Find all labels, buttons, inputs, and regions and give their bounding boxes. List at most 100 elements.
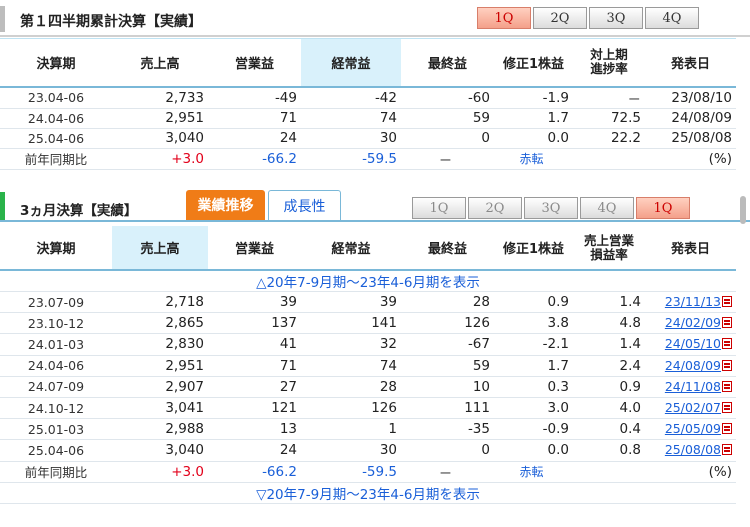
cell-ordinary: 32	[301, 333, 401, 356]
cell-yoy-label: 前年同期比	[0, 148, 112, 170]
cell-yoy-eps: 赤転	[494, 461, 573, 483]
cell-sales: 3,041	[112, 397, 208, 420]
cell-eps: -1.9	[494, 86, 573, 109]
cell-eps: 0.3	[494, 376, 573, 398]
cell-yoy-unit: (%)	[645, 148, 736, 170]
tab-2q[interactable]: 2Q	[533, 7, 587, 29]
divider	[0, 35, 750, 37]
cell-period: 25.01-03	[0, 418, 112, 441]
cell-ordinary: 1	[301, 418, 401, 441]
cell-eps: 1.7	[494, 108, 573, 129]
pdf-icon[interactable]	[722, 444, 732, 456]
date-link[interactable]: 24/05/10	[665, 336, 721, 351]
cell-sales: 2,907	[112, 376, 208, 398]
cell-yoy-label: 前年同期比	[0, 461, 112, 483]
cumulative-results-header: 第１四半期累計決算【実績】 1Q 2Q 3Q 4Q	[0, 2, 750, 37]
cell-period: 23.10-12	[0, 312, 112, 335]
cell-period: 23.07-09	[0, 291, 112, 314]
cell-net: 10	[401, 376, 494, 398]
section-title: 第１四半期累計決算【実績】	[20, 14, 202, 30]
date-link[interactable]: 24/08/09	[665, 358, 721, 373]
pdf-icon[interactable]	[722, 338, 732, 350]
cell-ordinary: -42	[301, 86, 401, 109]
date-link[interactable]: 25/05/09	[665, 421, 721, 436]
section-marker	[0, 6, 5, 32]
cell-date: 23/08/10	[645, 86, 736, 109]
date-link[interactable]: 25/08/08	[665, 442, 721, 457]
cell-net: 59	[401, 355, 494, 377]
tab-2q[interactable]: 2Q	[468, 197, 522, 219]
cell-ordinary: 126	[301, 397, 401, 420]
pdf-icon[interactable]	[722, 380, 732, 392]
pdf-icon[interactable]	[722, 359, 732, 371]
col-period: 決算期	[0, 226, 112, 271]
cell-sales: 2,988	[112, 418, 208, 441]
pdf-icon[interactable]	[722, 317, 732, 329]
date-link[interactable]: 24/11/08	[665, 379, 721, 394]
tab-4q[interactable]: 4Q	[645, 7, 699, 29]
cell-operating: 13	[208, 418, 301, 441]
cell-period: 25.04-06	[0, 439, 112, 462]
section-marker	[0, 192, 5, 220]
cell-ordinary: 74	[301, 355, 401, 377]
growth-button[interactable]: 成長性	[268, 190, 341, 220]
cell-sales: 2,951	[112, 108, 208, 129]
table-row: 24.10-12 3,041 121 126 111 3.0 4.0 25/02…	[0, 397, 736, 420]
cell-period: 24.10-12	[0, 397, 112, 420]
pdf-icon[interactable]	[722, 423, 732, 435]
cell-date: 24/02/09	[645, 312, 736, 335]
cell-sales: 3,040	[112, 439, 208, 462]
date-link[interactable]: 24/02/09	[665, 315, 721, 330]
cell-net: 0	[401, 128, 494, 149]
show-earlier-link[interactable]: △20年7-9月期～23年4-6月期を表示	[0, 270, 736, 292]
cell-yoy-sales: +3.0	[112, 148, 208, 170]
tab-1q[interactable]: 1Q	[412, 197, 466, 219]
table-row: 25.01-03 2,988 13 1 -35 -0.9 0.4 25/05/0…	[0, 418, 736, 441]
cell-yoy-ordinary: -59.5	[301, 461, 401, 483]
show-later-link[interactable]: ▽20年7-9月期～23年4-6月期を表示	[0, 482, 736, 504]
cell-yoy-sales: +3.0	[112, 461, 208, 483]
cell-date: 24/05/10	[645, 333, 736, 356]
tab-3q[interactable]: 3Q	[589, 7, 643, 29]
cell-net: -67	[401, 333, 494, 356]
tab-4q[interactable]: 4Q	[580, 197, 634, 219]
cell-yoy-blank	[573, 148, 645, 170]
table-row: 25.04-06 3,040 24 30 0 0.0 22.2 25/08/08	[0, 128, 736, 149]
cell-sales: 2,718	[112, 291, 208, 314]
date-link[interactable]: 23/11/13	[665, 294, 721, 309]
tab-1q-current[interactable]: 1Q	[636, 197, 690, 219]
cell-period: 24.04-06	[0, 108, 112, 129]
cell-operating: 24	[208, 439, 301, 462]
cell-operating: 71	[208, 355, 301, 377]
table-row: 24.04-06 2,951 71 74 59 1.7 72.5 24/08/0…	[0, 108, 736, 129]
table-row: 23.10-12 2,865 137 141 126 3.8 4.8 24/02…	[0, 312, 736, 335]
cell-operating: 24	[208, 128, 301, 149]
cell-period: 24.01-03	[0, 333, 112, 356]
date-link[interactable]: 25/02/07	[665, 400, 721, 415]
cell-net: -60	[401, 86, 494, 109]
col-date: 発表日	[645, 226, 736, 271]
tab-3q[interactable]: 3Q	[524, 197, 578, 219]
col-margin: 売上営業 損益率	[573, 226, 645, 271]
cell-margin: 4.0	[573, 397, 645, 420]
cell-date: 24/08/09	[645, 108, 736, 129]
table-row: 25.04-06 3,040 24 30 0 0.0 0.8 25/08/08	[0, 439, 736, 462]
cell-eps: 0.0	[494, 128, 573, 149]
cell-eps: 3.8	[494, 312, 573, 335]
col-progress-line2: 進捗率	[590, 61, 628, 77]
pdf-icon[interactable]	[722, 402, 732, 414]
pdf-icon[interactable]	[722, 296, 732, 308]
scrollbar-thumb[interactable]	[740, 196, 746, 224]
cell-net: 126	[401, 312, 494, 335]
col-sales: 売上高	[112, 38, 208, 88]
cell-date: 25/05/09	[645, 418, 736, 441]
cell-sales: 2,830	[112, 333, 208, 356]
cell-period: 25.04-06	[0, 128, 112, 149]
quarterly-results-table: 決算期 売上高 営業益 経常益 最終益 修正1株益 売上営業 損益率 発表日 △…	[0, 226, 736, 504]
tab-1q[interactable]: 1Q	[477, 7, 531, 29]
cell-ordinary: 28	[301, 376, 401, 398]
col-progress: 対上期 進捗率	[573, 38, 645, 88]
results-trend-button[interactable]: 業績推移	[186, 190, 265, 220]
col-period: 決算期	[0, 38, 112, 88]
col-operating: 営業益	[208, 38, 301, 88]
